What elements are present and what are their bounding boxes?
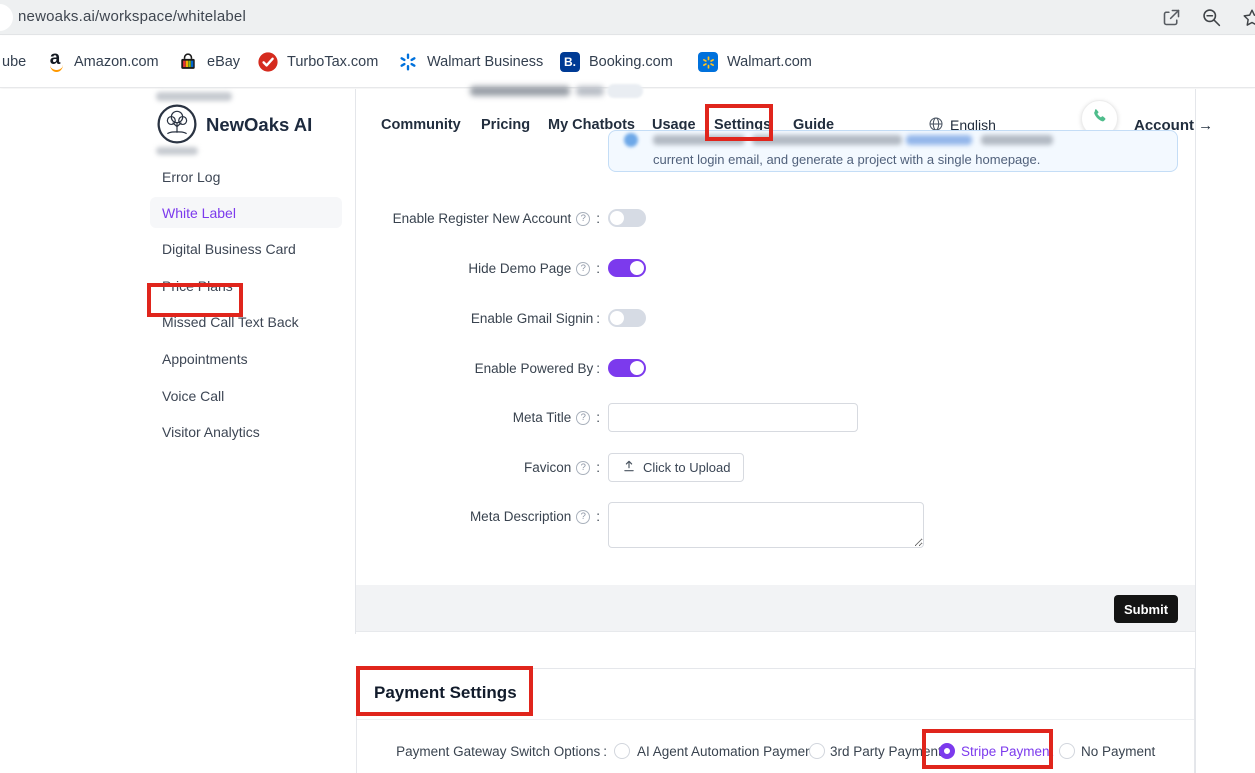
url-text[interactable]: newoaks.ai/workspace/whitelabel	[18, 8, 246, 25]
favorite-star-icon[interactable]	[1241, 7, 1255, 28]
help-icon[interactable]: ?	[576, 212, 590, 226]
label-enable-register-new-account: Enable Register New Account?:	[328, 211, 600, 226]
sidebar-item-appointments[interactable]: Appointments	[162, 351, 248, 367]
label-payment-gateway-options: Payment Gateway Switch Options:	[330, 744, 607, 759]
bookmark-label: TurboTax.com	[287, 54, 378, 70]
payment-settings-title: Payment Settings	[374, 683, 517, 703]
share-icon[interactable]	[1161, 7, 1182, 28]
toggle-knob	[630, 261, 644, 275]
radio-label-3rd-party-payment[interactable]: 3rd Party Payment	[830, 744, 942, 759]
redacted-text	[470, 86, 570, 96]
bookmark-label: Walmart Business	[427, 54, 543, 70]
bookmark-label: Amazon.com	[74, 54, 159, 70]
bookmark-walmart[interactable]: Walmart.com	[698, 36, 812, 88]
redacted-text	[981, 135, 1053, 145]
zoom-out-icon[interactable]	[1201, 7, 1222, 28]
radio-ai-agent-automation-payment[interactable]	[614, 743, 630, 759]
turbotax-check-icon	[258, 52, 278, 72]
label-favicon: Favicon?:	[328, 460, 600, 475]
site-favicon-partial	[0, 4, 13, 31]
walmart-square-spark-icon	[698, 52, 718, 72]
booking-icon: B.	[560, 52, 580, 72]
content-right-border	[1195, 89, 1196, 773]
ebay-bag-icon	[178, 52, 198, 72]
radio-stripe-payment[interactable]	[939, 743, 955, 759]
bookmark-booking[interactable]: B. Booking.com	[560, 36, 673, 88]
submit-button[interactable]: Submit	[1114, 595, 1178, 623]
toggle-hide-demo-page[interactable]	[608, 259, 646, 277]
radio-label-stripe-payment[interactable]: Stripe Payment	[961, 744, 1053, 759]
label-hide-demo-page: Hide Demo Page?:	[328, 261, 600, 276]
redacted-text	[156, 147, 198, 155]
toggle-enable-register-new-account[interactable]	[608, 209, 646, 227]
upload-icon	[622, 459, 636, 476]
label-enable-gmail-signin: Enable Gmail Signin:	[328, 311, 600, 326]
label-meta-description: Meta Description?:	[328, 509, 600, 524]
favicon-upload-button[interactable]: Click to Upload	[608, 453, 744, 482]
brand-name: NewOaks AI	[206, 114, 312, 136]
redacted-text	[156, 92, 232, 101]
nav-community[interactable]: Community	[381, 117, 461, 133]
info-banner: current login email, and generate a proj…	[608, 130, 1178, 172]
toggle-enable-powered-by[interactable]	[608, 359, 646, 377]
meta-title-input[interactable]	[608, 403, 858, 432]
sidebar-item-error-log[interactable]: Error Log	[162, 169, 220, 185]
info-icon	[624, 133, 638, 147]
toggle-enable-gmail-signin[interactable]	[608, 309, 646, 327]
bookmark-label: eBay	[207, 54, 240, 70]
bookmark-label: ube	[2, 54, 26, 70]
help-icon[interactable]: ?	[576, 262, 590, 276]
bookmark-amazon[interactable]: a Amazon.com	[45, 36, 159, 88]
upload-button-label: Click to Upload	[643, 460, 730, 475]
sidebar-item-missed-call-text-back[interactable]: Missed Call Text Back	[162, 314, 299, 330]
bookmark-label: Walmart.com	[727, 54, 812, 70]
radio-no-payment[interactable]	[1059, 743, 1075, 759]
redacted-link	[906, 135, 972, 145]
sidebar-item-visitor-analytics[interactable]: Visitor Analytics	[162, 424, 260, 440]
phone-icon	[1090, 107, 1109, 131]
redacted-text	[752, 135, 902, 145]
app-content: NewOaks AI Error Log White Label Digital…	[0, 89, 1255, 773]
toggle-knob	[610, 211, 624, 225]
bookmark-ebay[interactable]: eBay	[178, 36, 240, 88]
amazon-icon: a	[45, 52, 65, 72]
radio-label-ai-agent-automation-payment[interactable]: AI Agent Automation Payment	[637, 744, 816, 759]
help-icon[interactable]: ?	[576, 510, 590, 524]
divider	[357, 719, 1194, 720]
redacted-text	[653, 135, 745, 145]
bookmark-label: Booking.com	[589, 54, 673, 70]
bookmark-turbotax[interactable]: TurboTax.com	[258, 36, 378, 88]
partial-toggle	[607, 84, 643, 98]
nav-pricing[interactable]: Pricing	[481, 117, 530, 133]
label-enable-powered-by: Enable Powered By:	[328, 361, 600, 376]
radio-label-no-payment[interactable]: No Payment	[1081, 744, 1155, 759]
meta-description-textarea[interactable]	[608, 502, 924, 548]
sidebar-item-price-plans[interactable]: Price Plans	[162, 278, 233, 294]
label-meta-title: Meta Title?:	[328, 410, 600, 425]
walmart-spark-icon	[398, 52, 418, 72]
redacted-text	[576, 86, 604, 96]
help-icon[interactable]: ?	[576, 461, 590, 475]
sidebar-item-white-label[interactable]: White Label	[162, 205, 236, 221]
sidebar-item-digital-business-card[interactable]: Digital Business Card	[162, 241, 296, 257]
form-footer: Submit	[356, 585, 1195, 632]
bookmarks-bar: ube a Amazon.com eBay TurboTax.com Walma…	[0, 36, 1255, 88]
browser-address-bar: newoaks.ai/workspace/whitelabel	[0, 0, 1255, 35]
help-icon[interactable]: ?	[576, 411, 590, 425]
bookmark-youtube[interactable]: ube	[2, 36, 26, 88]
newoaks-logo	[156, 103, 198, 145]
sidebar-item-voice-call[interactable]: Voice Call	[162, 388, 224, 404]
radio-3rd-party-payment[interactable]	[809, 743, 825, 759]
toggle-knob	[610, 311, 624, 325]
toggle-knob	[630, 361, 644, 375]
bookmark-walmart-business[interactable]: Walmart Business	[398, 36, 543, 88]
info-banner-text: current login email, and generate a proj…	[653, 152, 1040, 167]
